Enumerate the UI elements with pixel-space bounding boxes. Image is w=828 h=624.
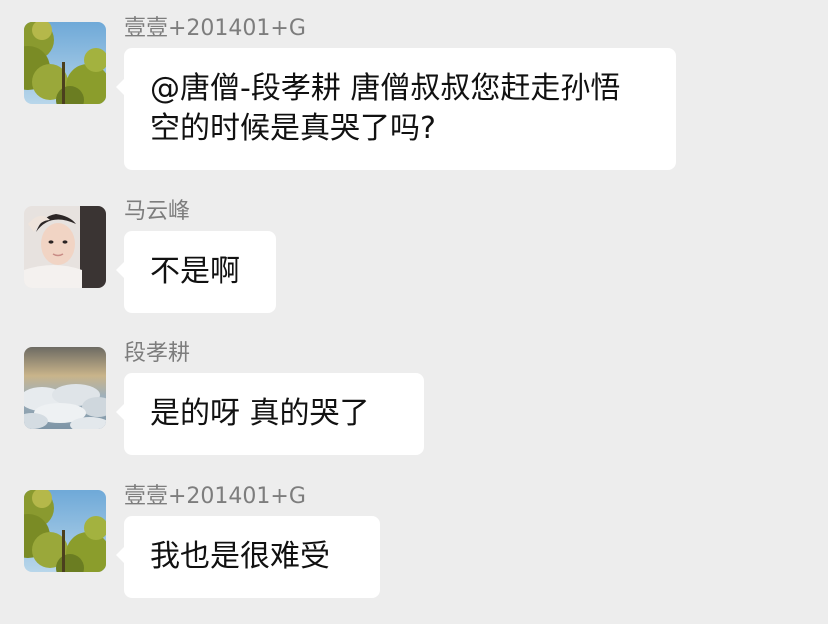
sender-name: 段孝耕 xyxy=(124,341,191,366)
message-text: 不是啊 xyxy=(150,254,240,289)
sender-name: 壹壹+201401+G xyxy=(124,484,306,509)
message-bubble[interactable]: 不是啊 xyxy=(116,231,276,313)
tree-sky-avatar-icon[interactable] xyxy=(24,490,106,572)
sender-name: 壹壹+201401+G xyxy=(124,16,306,41)
person-portrait-avatar-icon[interactable] xyxy=(24,206,106,288)
message-bubble[interactable]: @唐僧-段孝耕 唐僧叔叔您赶走孙悟空的时候是真哭了吗? xyxy=(116,48,676,170)
message-bubble[interactable]: 我也是很难受 xyxy=(116,516,380,598)
message-text: 我也是很难受 xyxy=(150,539,330,574)
tree-sky-avatar-icon[interactable] xyxy=(24,22,106,104)
sender-name: 马云峰 xyxy=(124,199,191,224)
message-bubble[interactable]: 是的呀 真的哭了 xyxy=(116,373,424,455)
clouds-avatar-icon[interactable] xyxy=(24,347,106,429)
message-text: @唐僧-段孝耕 唐僧叔叔您赶走孙悟空的时候是真哭了吗? xyxy=(150,71,621,146)
message-text: 是的呀 真的哭了 xyxy=(150,396,370,431)
